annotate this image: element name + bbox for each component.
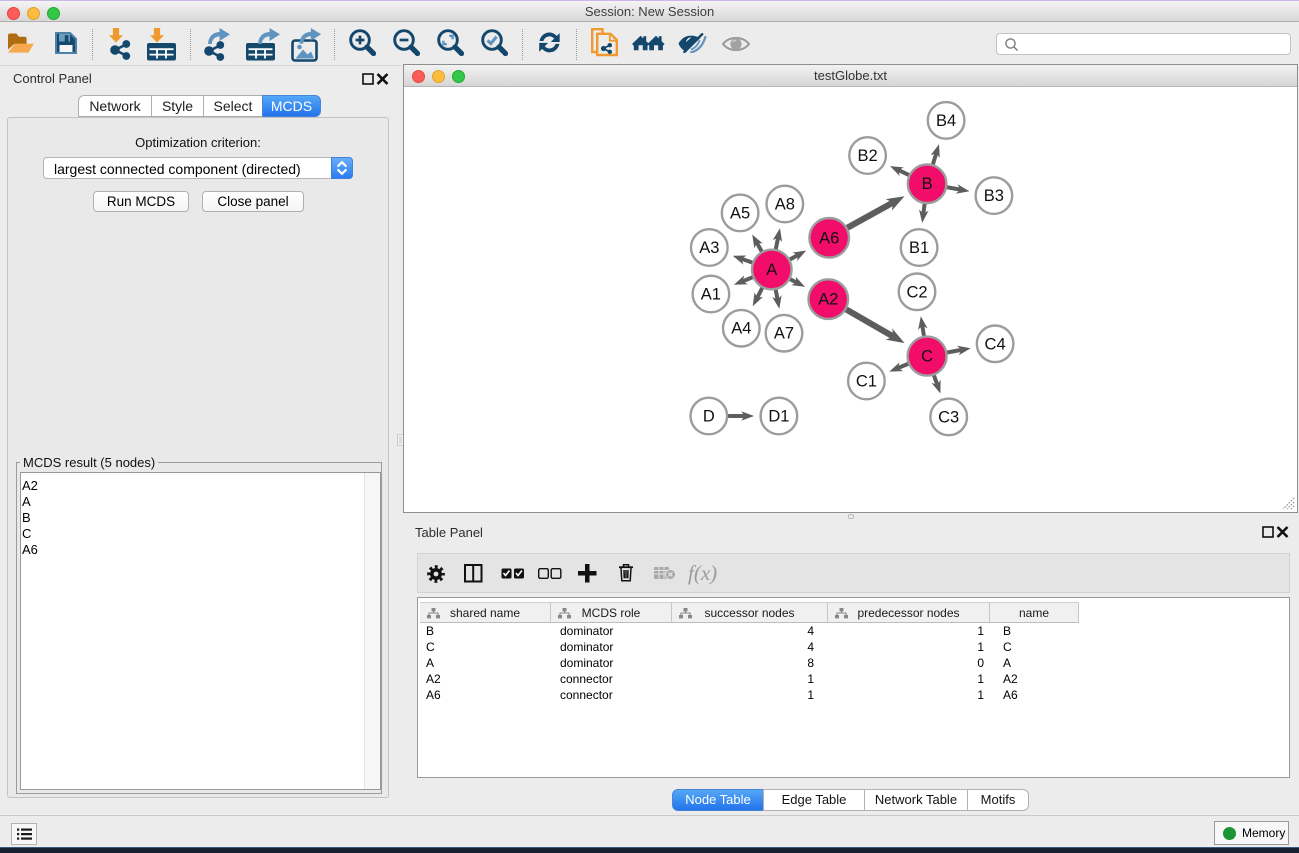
svg-text:D1: D1 xyxy=(768,408,789,426)
svg-text:B1: B1 xyxy=(909,239,929,257)
svg-text:A7: A7 xyxy=(774,325,794,343)
svg-text:C3: C3 xyxy=(938,408,959,426)
svg-text:B3: B3 xyxy=(984,187,1004,205)
svg-text:A8: A8 xyxy=(775,196,795,214)
svg-text:D: D xyxy=(703,408,715,426)
svg-text:A3: A3 xyxy=(699,239,719,257)
svg-text:C1: C1 xyxy=(856,373,877,391)
svg-text:B4: B4 xyxy=(936,112,956,130)
svg-text:B: B xyxy=(922,175,933,193)
svg-text:A2: A2 xyxy=(818,291,838,309)
svg-text:A1: A1 xyxy=(701,286,721,304)
svg-text:A: A xyxy=(766,261,777,279)
svg-text:C2: C2 xyxy=(906,283,927,301)
svg-text:B2: B2 xyxy=(858,147,878,165)
svg-text:A4: A4 xyxy=(731,320,751,338)
svg-text:A6: A6 xyxy=(819,229,839,247)
svg-text:C: C xyxy=(921,348,933,366)
svg-text:A5: A5 xyxy=(730,204,750,222)
svg-text:C4: C4 xyxy=(985,335,1006,353)
